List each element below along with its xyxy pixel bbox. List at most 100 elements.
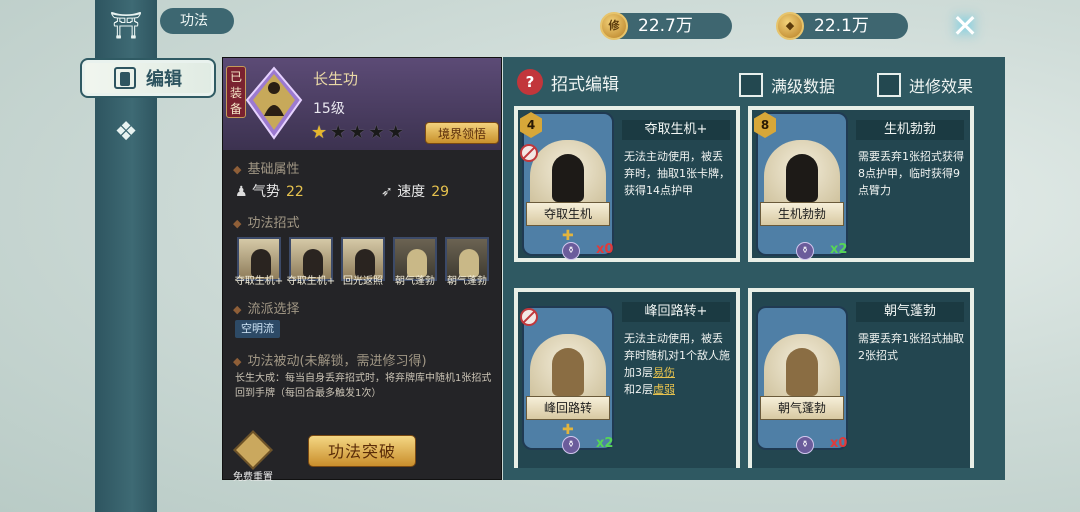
currency-gold: ◆ 22.1万 <box>776 12 908 40</box>
desc-text: 和2层 <box>624 383 653 396</box>
school-label: 流派选择 <box>247 302 300 317</box>
move-card[interactable]: 朝气蓬勃 ⚱ x0 <box>756 306 848 454</box>
card-scroll-name: 生机勃勃 <box>760 202 844 226</box>
checkbox-label: 满级数据 <box>771 77 836 96</box>
figure-icon: ♟ <box>235 184 248 200</box>
school-tag[interactable]: 空明流 <box>235 320 280 338</box>
move-thumb[interactable] <box>393 237 437 281</box>
section-marker-icon: ◆ <box>233 217 242 230</box>
currency-value: 22.7万 <box>638 16 693 36</box>
card-desc: 无法主动使用，被丢弃时随机对1个敌人施加3层易伤 和2层虚弱 <box>624 330 732 398</box>
full-level-checkbox[interactable]: 满级数据 <box>739 73 835 97</box>
move-thumb[interactable] <box>341 237 385 281</box>
equipped-badge: 已装备 <box>226 66 246 118</box>
card-name: 生机勃勃 <box>856 120 964 140</box>
lotus-icon[interactable]: ❖ <box>108 114 144 150</box>
cost-icon: 8 <box>754 112 776 138</box>
move-card-cell[interactable]: 生机勃勃 8 ⚱ x2 生机勃勃 需要丢弃1张招式获得8点护甲，临时获得9点臂力 <box>748 106 974 262</box>
currency-value: 22.1万 <box>814 16 869 36</box>
gongfa-level: 15级 <box>313 101 345 117</box>
gold-coin-icon: ◆ <box>776 12 804 40</box>
keyword-link[interactable]: 易伤 <box>653 366 675 379</box>
passive-description: 长生大成：每当自身丢弃招式时，将弃牌库中随机1张招式回到手牌（每回合最多触发1次… <box>235 373 492 399</box>
move-card-cell[interactable]: 朝气蓬勃 ⚱ x0 朝气蓬勃 需要丢弃1张招式抽取2张招式 <box>748 288 974 468</box>
card-name: 夺取生机+ <box>622 120 730 140</box>
potion-icon: ⚱ <box>562 436 580 454</box>
potion-icon: ⚱ <box>796 242 814 260</box>
card-scroll-name: 峰回路转 <box>526 396 610 420</box>
card-name: 朝气蓬勃 <box>856 302 964 322</box>
potion-icon: ⚱ <box>796 436 814 454</box>
move-label: 夺取生机+ <box>286 276 336 287</box>
pavilion-icon[interactable]: ⛩ <box>108 8 144 44</box>
card-scroll-name: 夺取生机 <box>526 202 610 226</box>
card-scroll-name: 朝气蓬勃 <box>760 396 844 420</box>
card-count: x2 <box>596 436 614 451</box>
attr-sudu: ➶ 速度 29 <box>381 181 449 201</box>
move-thumb[interactable] <box>445 237 489 281</box>
move-thumb[interactable] <box>289 237 333 281</box>
help-icon[interactable]: ? <box>517 69 543 95</box>
move-card[interactable]: 峰回路转 ✚ ⚱ x2 <box>520 306 614 454</box>
editor-title: 招式编辑 <box>551 74 619 95</box>
banned-icon <box>520 144 538 162</box>
passive-header: ◆ 功法被动(未解锁，需进修习得) <box>233 350 427 369</box>
edit-tab-button[interactable]: 编辑 <box>80 58 216 98</box>
move-card-cell[interactable]: 峰回路转 ✚ ⚱ x2 峰回路转+ 无法主动使用，被丢弃时随机对1个敌人施加3层… <box>514 288 740 468</box>
edit-label: 编辑 <box>146 69 182 90</box>
basic-attr-header: ◆ 基础属性 <box>233 158 299 177</box>
section-marker-icon: ◆ <box>233 163 242 176</box>
card-name: 峰回路转+ <box>622 302 730 322</box>
gongfa-detail-panel: 已装备 长生功 15级 ★ ★ ★ ★ ★ 境界领悟 ◆ 基础属性 ♟ 气势 22 ➶ 速度… <box>222 57 502 483</box>
attr-value: 22 <box>286 184 304 200</box>
reset-icon <box>233 430 273 470</box>
potion-icon: ⚱ <box>562 242 580 260</box>
breakthrough-button[interactable]: 功法突破 <box>308 435 416 467</box>
basic-attr-label: 基础属性 <box>247 162 300 177</box>
move-label: 朝气蓬勃 <box>395 276 435 287</box>
move-thumb[interactable] <box>237 237 281 281</box>
checkbox-box[interactable] <box>739 73 763 97</box>
cost-icon: 4 <box>520 112 542 138</box>
free-reset-button[interactable]: 免费重置 <box>233 430 273 483</box>
card-desc: 需要丢弃1张招式获得8点护甲，临时获得9点臂力 <box>858 150 964 197</box>
move-card-cell[interactable]: 夺取生机 4 ✚ ⚱ x0 夺取生机+ 无法主动使用，被丢弃时，抽取1张卡牌，获… <box>514 106 740 262</box>
section-marker-icon: ◆ <box>233 355 242 368</box>
currency-xiu: 修 22.7万 <box>600 12 732 40</box>
star-icon: ★ <box>311 122 328 143</box>
editor-header: ? 招式编辑 <box>517 69 619 95</box>
star-icon: ★ <box>330 122 347 143</box>
attr-value: 29 <box>431 184 450 200</box>
keyword-link[interactable]: 虚弱 <box>653 383 675 396</box>
desc-text: 无法主动使用，被丢弃时随机对1个敌人施加3层 <box>624 332 730 379</box>
reset-label: 免费重置 <box>233 472 273 483</box>
school-header: ◆ 流派选择 <box>233 298 299 317</box>
attr-label: 气势 <box>252 184 281 200</box>
passive-label: 功法被动(未解锁，需进修习得) <box>247 354 427 369</box>
move-label: 夺取生机+ <box>234 276 284 287</box>
page-title: 功法 <box>160 8 234 34</box>
moves-header: ◆ 功法招式 <box>233 212 299 231</box>
card-desc: 无法主动使用，被丢弃时，抽取1张卡牌，获得14点护甲 <box>624 150 730 197</box>
checkbox-box[interactable] <box>877 73 901 97</box>
gongfa-name: 长生功 <box>313 70 359 88</box>
checkbox-label: 进修效果 <box>909 77 974 96</box>
banned-icon <box>520 308 538 326</box>
move-label: 朝气蓬勃 <box>447 276 487 287</box>
boot-icon: ➶ <box>381 184 393 200</box>
move-card[interactable]: 生机勃勃 8 ⚱ x2 <box>754 112 848 260</box>
move-card[interactable]: 夺取生机 4 ✚ ⚱ x0 <box>520 112 614 260</box>
cards-icon <box>114 67 136 89</box>
star-icon: ★ <box>368 122 385 143</box>
advance-effect-checkbox[interactable]: 进修效果 <box>877 73 973 97</box>
close-icon[interactable]: ✕ <box>944 6 986 46</box>
card-count: x0 <box>596 242 614 257</box>
realm-insight-button[interactable]: 境界领悟 <box>425 122 499 144</box>
move-label: 回光返照 <box>343 276 383 287</box>
star-icon: ★ <box>349 122 366 143</box>
attr-label: 速度 <box>397 184 426 200</box>
card-count: x2 <box>830 242 848 257</box>
xiu-coin-icon: 修 <box>600 12 628 40</box>
gongfa-book-icon <box>245 66 303 140</box>
attr-qishi: ♟ 气势 22 <box>235 181 304 201</box>
